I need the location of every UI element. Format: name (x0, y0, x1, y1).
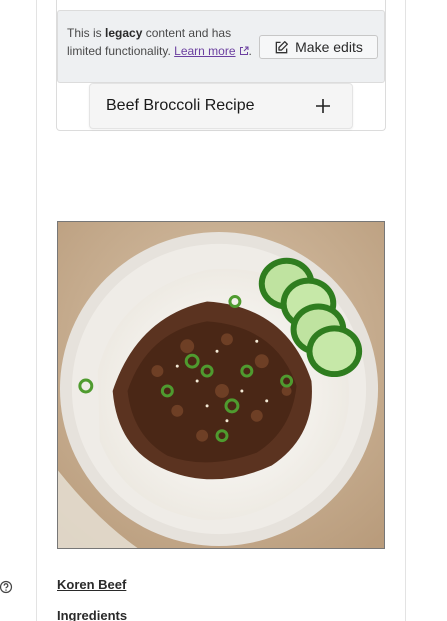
legacy-banner: This is legacy content and has limited f… (57, 10, 385, 83)
recipe-title: Koren Beef (57, 577, 127, 592)
recipe-accordion-toggle[interactable]: Beef Broccoli Recipe (89, 83, 353, 129)
legacy-text-end: . (248, 44, 252, 58)
make-edits-button[interactable]: Make edits (259, 35, 378, 59)
plus-icon (316, 99, 330, 113)
legacy-notice-text: This is legacy content and has limited f… (67, 24, 257, 60)
external-link-icon[interactable] (239, 46, 249, 56)
make-edits-label: Make edits (295, 39, 363, 55)
legacy-text-bold: legacy (105, 26, 143, 40)
content-right-border (405, 0, 406, 621)
recipe-image (57, 221, 385, 549)
ingredients-heading: Ingredients (57, 608, 128, 621)
legacy-text-prefix: This is (67, 26, 106, 40)
recipe-photo-illustration (58, 222, 384, 548)
edit-icon (275, 40, 289, 53)
learn-more-link[interactable]: Learn more (174, 44, 235, 58)
accordion-title: Beef Broccoli Recipe (106, 97, 255, 114)
help-circle-icon[interactable] (0, 580, 14, 594)
content-left-border (36, 0, 37, 621)
